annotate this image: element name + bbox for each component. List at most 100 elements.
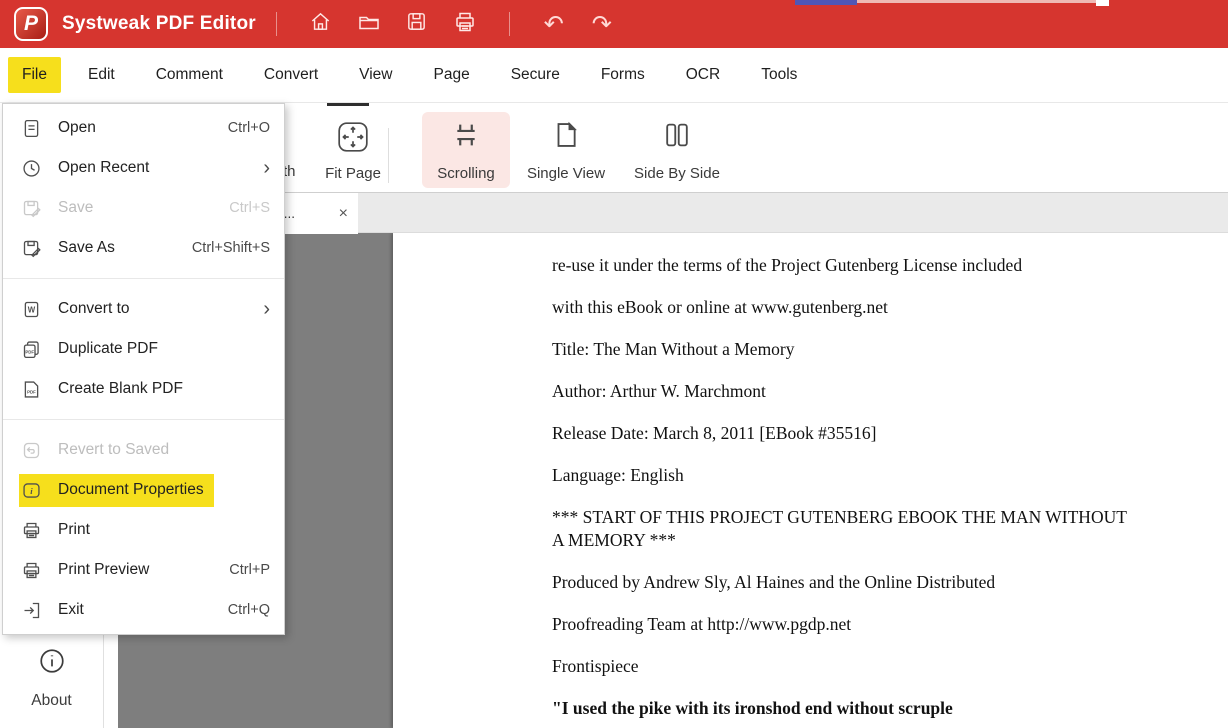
single-view-button[interactable]: Single View [518,112,614,188]
printer-icon [19,560,43,581]
fit-page-button[interactable]: Fit Page [308,112,398,188]
menu-item-revert-to-saved[interactable]: Revert to Saved [3,430,284,470]
folder-icon [357,10,381,39]
info-circle-icon [38,647,66,680]
shortcut-label: Ctrl+Shift+S [192,240,270,256]
chevron-right-icon: › [263,158,270,178]
menu-item-label: Print [58,521,90,539]
menu-item-label: Save As [58,239,115,257]
scrolling-button[interactable]: Scrolling [422,112,510,188]
menu-item-label: Create Blank PDF [58,380,183,398]
doc-line: *** START OF THIS PROJECT GUTENBERG EBOO… [552,507,1214,528]
revert-icon [19,440,43,461]
undo-icon: ↶ [544,12,564,36]
titlebar-divider [509,12,510,36]
print-button[interactable] [441,0,489,48]
menu-edit[interactable]: Edit [74,57,129,93]
pdf-page[interactable]: re-use it under the terms of the Project… [393,233,1228,728]
doc-line: Produced by Andrew Sly, Al Haines and th… [552,572,1214,593]
video-progress-artifact [1096,0,1109,6]
menu-separator [3,278,284,279]
side-by-side-button[interactable]: Side By Side [626,112,728,188]
menu-item-label: Convert to [58,300,130,318]
menu-item-convert-to[interactable]: W Convert to › [3,289,284,329]
open-file-button[interactable] [345,0,393,48]
save-icon [405,10,428,38]
duplicate-pdf-icon: PDF [19,339,43,360]
menu-file[interactable]: File [8,57,61,93]
shortcut-label: Ctrl+P [229,562,270,578]
menu-item-save-as[interactable]: Save As Ctrl+Shift+S [3,228,284,268]
svg-text:W: W [27,305,35,314]
open-document-icon [19,118,43,139]
close-tab-icon[interactable]: × [339,205,348,223]
menu-item-open-recent[interactable]: Open Recent › [3,148,284,188]
menu-item-open[interactable]: Open Ctrl+O [3,108,284,148]
chevron-right-icon: › [263,299,270,319]
home-icon [309,10,332,38]
scrolling-label: Scrolling [437,165,495,182]
doc-line: with this eBook or online at www.gutenbe… [552,297,1214,318]
menu-item-label: Document Properties [58,481,204,499]
menu-ocr[interactable]: OCR [672,57,734,93]
menu-secure[interactable]: Secure [497,57,574,93]
doc-line: Title: The Man Without a Memory [552,339,1214,360]
fit-page-label: Fit Page [325,165,381,182]
redo-icon: ↷ [592,12,612,36]
menu-item-save[interactable]: Save Ctrl+S [3,188,284,228]
menu-forms[interactable]: Forms [587,57,659,93]
two-pages-icon [662,120,692,155]
home-button[interactable] [297,0,345,48]
titlebar: P Systweak PDF Editor ↶ ↷ [0,0,1228,48]
doc-line: Proofreading Team at http://www.pgdp.net [552,614,1214,635]
single-view-label: Single View [527,165,605,182]
menu-comment[interactable]: Comment [142,57,237,93]
video-progress-artifact [795,0,857,5]
menu-view[interactable]: View [345,57,406,93]
file-dropdown-menu: Open Ctrl+O Open Recent › Save Ctrl+S Sa… [2,103,285,635]
about-label: About [31,692,72,710]
save-button[interactable] [393,0,441,48]
doc-line: A MEMORY *** [552,530,1214,551]
pdf-page-text: re-use it under the terms of the Project… [552,255,1214,719]
word-document-icon: W [19,299,43,320]
menu-item-label: Open Recent [58,159,149,177]
single-page-icon [551,120,581,155]
doc-line: Author: Arthur W. Marchmont [552,381,1214,402]
app-logo-icon: P [14,7,48,41]
menu-item-print-preview[interactable]: Print Preview Ctrl+P [3,550,284,590]
printer-icon [453,10,477,39]
side-by-side-label: Side By Side [634,165,720,182]
menu-item-label: Open [58,119,96,137]
undo-button[interactable]: ↶ [530,0,578,48]
fit-page-icon [336,120,370,159]
app-title: Systweak PDF Editor [62,13,256,35]
video-marker-artifact [327,103,369,106]
menu-item-duplicate-pdf[interactable]: PDF Duplicate PDF [3,329,284,369]
menu-item-exit[interactable]: Exit Ctrl+Q [3,590,284,630]
titlebar-divider [276,12,277,36]
save-edit-icon [19,198,43,219]
exit-icon [19,600,43,621]
menu-tools[interactable]: Tools [747,57,811,93]
menubar: File Edit Comment Convert View Page Secu… [0,48,1228,103]
menu-item-document-properties[interactable]: i Document Properties [3,470,284,510]
highlighted-menu-item: i Document Properties [19,474,214,507]
blank-pdf-icon: PDF [19,379,43,400]
svg-text:PDF: PDF [25,349,34,354]
menu-item-create-blank-pdf[interactable]: PDF Create Blank PDF [3,369,284,409]
redo-button[interactable]: ↷ [578,0,626,48]
menu-convert[interactable]: Convert [250,57,332,93]
about-button[interactable]: About [0,647,103,710]
printer-icon [19,520,43,541]
menu-item-label: Exit [58,601,84,619]
video-progress-artifact [857,0,1100,3]
menu-item-print[interactable]: Print [3,510,284,550]
menu-separator [3,419,284,420]
menu-page[interactable]: Page [420,57,484,93]
doc-line: re-use it under the terms of the Project… [552,255,1214,276]
menu-item-label: Save [58,199,93,217]
doc-line: "I used the pike with its ironshod end w… [552,698,1214,719]
info-icon: i [19,480,43,501]
doc-line: Frontispiece [552,656,1214,677]
